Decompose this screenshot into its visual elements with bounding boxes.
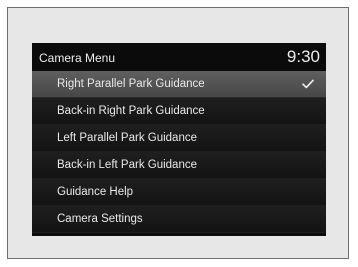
- menu-item-right-parallel-park-guidance[interactable]: Right Parallel Park Guidance: [32, 71, 326, 98]
- menu-item-label: Back-in Right Park Guidance: [57, 105, 205, 117]
- menu-item-back-in-left-park-guidance[interactable]: Back-in Left Park Guidance: [32, 152, 326, 179]
- menu-item-label: Right Parallel Park Guidance: [57, 78, 205, 90]
- menu-item-left-parallel-park-guidance[interactable]: Left Parallel Park Guidance: [32, 125, 326, 152]
- menu-item-camera-settings[interactable]: Camera Settings: [32, 206, 326, 233]
- camera-menu-list: Right Parallel Park Guidance Back-in Rig…: [32, 71, 326, 233]
- manual-figure-frame: Camera Menu 9:30 Right Parallel Park Gui…: [7, 7, 349, 259]
- menu-item-label: Camera Settings: [57, 213, 143, 225]
- menu-item-label: Guidance Help: [57, 186, 134, 198]
- menu-header: Camera Menu 9:30: [32, 43, 326, 71]
- menu-item-label: Left Parallel Park Guidance: [57, 132, 197, 144]
- checkmark-icon: [302, 79, 314, 89]
- menu-item-guidance-help[interactable]: Guidance Help: [32, 179, 326, 206]
- menu-title: Camera Menu: [39, 51, 116, 65]
- menu-item-back-in-right-park-guidance[interactable]: Back-in Right Park Guidance: [32, 98, 326, 125]
- clock: 9:30: [286, 47, 320, 66]
- menu-item-label: Back-in Left Park Guidance: [57, 159, 197, 171]
- camera-menu-screen: Camera Menu 9:30 Right Parallel Park Gui…: [32, 43, 326, 236]
